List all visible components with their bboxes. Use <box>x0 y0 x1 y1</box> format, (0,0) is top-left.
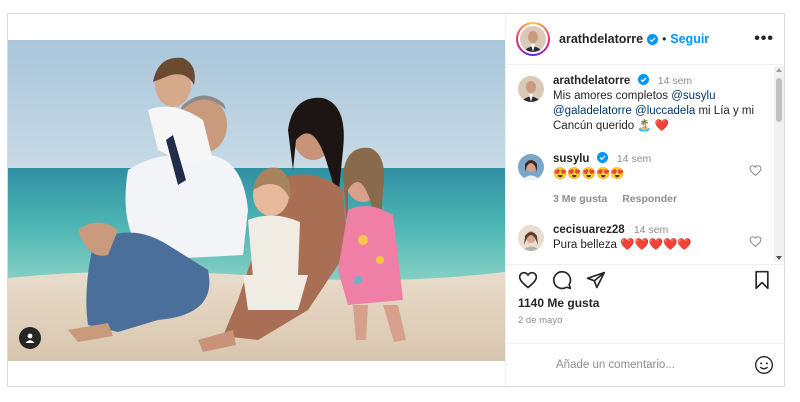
follow-button[interactable]: Seguir <box>670 32 709 46</box>
separator-dot: • <box>662 32 667 46</box>
instagram-post: arathdelatorre • Seguir ••• arathdelator… <box>7 13 786 387</box>
share-icon[interactable] <box>586 270 606 290</box>
comment-like-heart-icon[interactable] <box>749 235 762 248</box>
verified-icon <box>637 74 649 85</box>
mention-link[interactable]: @galadelatorre <box>553 105 632 117</box>
commenter-avatar-icon <box>518 154 544 180</box>
comment-icon[interactable] <box>552 270 572 290</box>
mention-link[interactable]: @luccadela <box>635 105 695 117</box>
scroll-thumb[interactable] <box>776 78 782 122</box>
commenter-avatar[interactable] <box>518 154 544 180</box>
comment-time[interactable]: 14 sem <box>634 224 668 236</box>
comment-like-heart-icon[interactable] <box>749 164 762 177</box>
caption: arathdelatorre 14 sem Mis amores complet… <box>518 74 764 134</box>
caption-avatar[interactable] <box>518 76 544 102</box>
post-media <box>8 14 505 386</box>
reply-button[interactable]: Responder <box>622 193 677 205</box>
heart-icon[interactable] <box>518 270 538 290</box>
comment-text: 😍😍😍😍😍 <box>553 168 625 180</box>
comment-input[interactable]: Añade un comentario... <box>556 359 675 371</box>
verified-icon <box>647 33 659 45</box>
comment-time[interactable]: 14 sem <box>617 153 651 165</box>
user-tag-icon <box>25 333 35 343</box>
caption-text-part: Mis amores completos <box>553 90 672 102</box>
mention-link[interactable]: @susylu <box>671 90 715 102</box>
comments-list[interactable]: arathdelatorre 14 sem Mis amores complet… <box>506 66 774 262</box>
comment-username[interactable]: susylu <box>553 153 589 165</box>
emoji-icon[interactable] <box>754 355 774 375</box>
comment-item: cecisuarez28 14 sem Pura belleza ❤️❤️❤️❤… <box>518 223 764 253</box>
author-avatar-icon <box>520 26 546 52</box>
post-date[interactable]: 2 de mayo <box>518 315 562 326</box>
author-avatar[interactable] <box>516 22 550 56</box>
comment-item: susylu 14 sem 😍😍😍😍😍 3 Me gusta Responder <box>518 152 764 207</box>
add-comment-bar: Añade un comentario... <box>506 343 786 386</box>
bookmark-icon[interactable] <box>752 270 772 290</box>
post-sidebar: arathdelatorre • Seguir ••• arathdelator… <box>505 14 786 386</box>
commenter-avatar-icon <box>518 225 544 251</box>
scroll-down-arrow-icon[interactable] <box>776 256 782 260</box>
more-options-icon[interactable]: ••• <box>754 30 774 48</box>
caption-username[interactable]: arathdelatorre <box>553 75 630 87</box>
likes-count[interactable]: 1140 Me gusta <box>518 296 599 310</box>
scroll-up-arrow-icon[interactable] <box>776 68 782 72</box>
post-header: arathdelatorre • Seguir ••• <box>506 14 784 65</box>
post-photo[interactable] <box>8 39 505 361</box>
comment-likes[interactable]: 3 Me gusta <box>553 193 607 205</box>
comment-username[interactable]: cecisuarez28 <box>553 224 625 236</box>
comments-scrollbar[interactable] <box>774 66 784 262</box>
comment-text: Pura belleza ❤️❤️❤️❤️❤️ <box>553 239 692 251</box>
family-beach-photo <box>8 39 505 361</box>
caption-text: Mis amores completos @susylu @galadelato… <box>553 89 763 134</box>
author-avatar-icon <box>518 76 544 102</box>
post-actions <box>506 264 786 292</box>
caption-time[interactable]: 14 sem <box>658 75 692 87</box>
verified-icon <box>596 152 608 163</box>
user-tag-button[interactable] <box>19 326 41 349</box>
author-username[interactable]: arathdelatorre <box>559 32 643 46</box>
commenter-avatar[interactable] <box>518 225 544 251</box>
